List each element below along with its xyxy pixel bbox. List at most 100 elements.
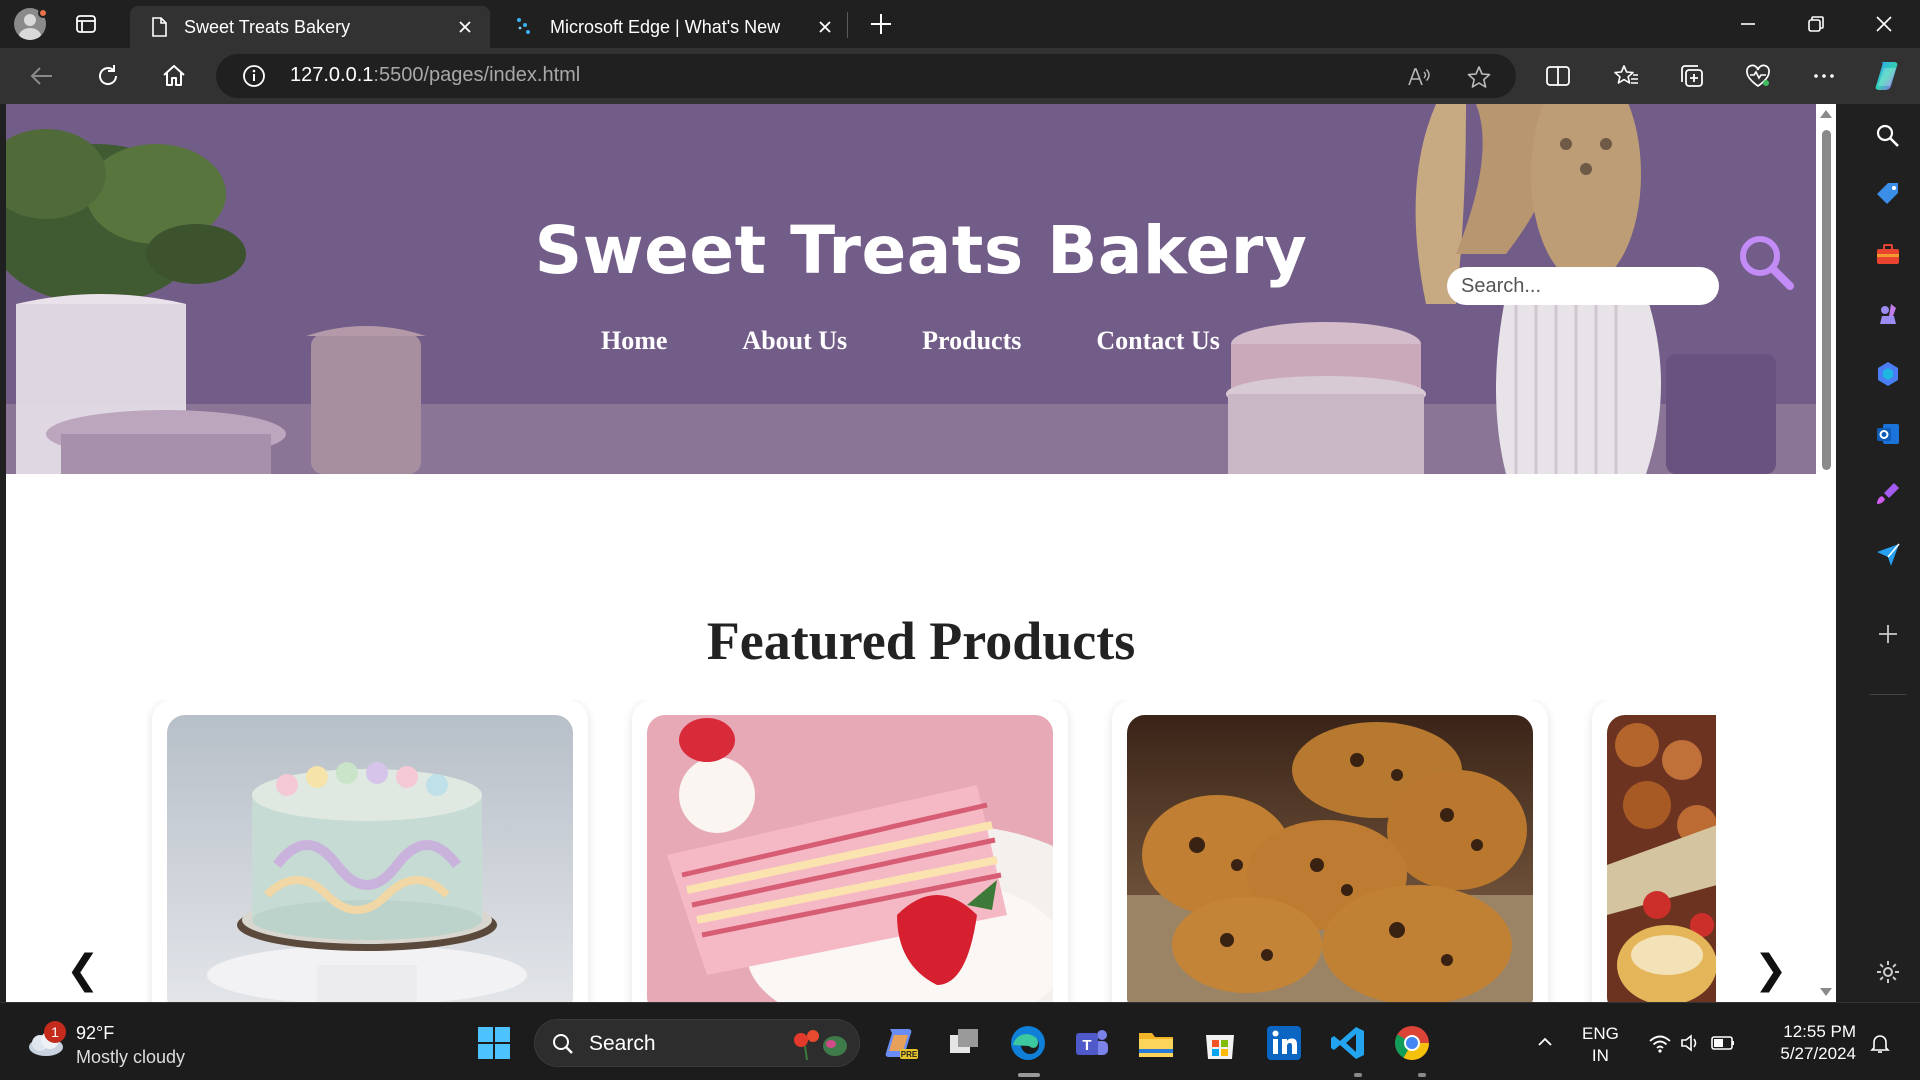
vscode-icon[interactable] [1328, 1023, 1368, 1063]
search-icon[interactable] [1874, 122, 1902, 150]
add-sidebar-app-icon[interactable] [1874, 620, 1902, 648]
windows-start-icon[interactable] [476, 1025, 512, 1061]
back-arrow-icon[interactable] [28, 62, 56, 90]
product-card[interactable] [1112, 700, 1548, 1002]
outlook-icon[interactable] [1874, 420, 1902, 448]
show-hidden-icons-chevron-icon[interactable] [1534, 1031, 1556, 1053]
strawberry-layer-cake-slice-image [647, 715, 1053, 1002]
windows-taskbar: 1 92°F Mostly cloudy Search PRE T ENG IN… [0, 1002, 1920, 1080]
assorted-pastries-image [1607, 715, 1716, 1002]
add-favorite-star-icon[interactable] [1466, 64, 1492, 90]
featured-products-heading: Featured Products [706, 611, 1136, 671]
svg-text:T: T [1082, 1037, 1091, 1054]
weather-condition: Mostly cloudy [76, 1047, 186, 1067]
search-icon [553, 1034, 573, 1054]
chrome-icon[interactable] [1392, 1023, 1432, 1063]
scroll-thumb[interactable] [1822, 130, 1831, 470]
refresh-icon[interactable] [94, 62, 122, 90]
hero-banner: Sweet Treats Bakery Home About Us Produc… [6, 104, 1836, 474]
site-search-input[interactable] [1447, 267, 1719, 305]
region-code: IN [1591, 1046, 1609, 1065]
scroll-down-arrow-icon[interactable] [1820, 988, 1832, 996]
microsoft-365-icon[interactable] [1874, 360, 1902, 388]
more-options-icon[interactable] [1810, 62, 1838, 90]
svg-text:PRE: PRE [901, 1050, 918, 1059]
task-view-icon[interactable] [944, 1023, 984, 1063]
product-card[interactable] [632, 700, 1068, 1002]
teams-icon[interactable]: T [1072, 1023, 1112, 1063]
taskbar-search-label: Search [589, 1032, 656, 1055]
search-highlight-flowers-icon [794, 1030, 847, 1061]
weather-temperature: 92°F [76, 1023, 115, 1043]
home-icon[interactable] [160, 62, 188, 90]
nav-home-link[interactable]: Home [601, 326, 667, 356]
notification-bell-icon[interactable] [1868, 1031, 1892, 1055]
url-text[interactable]: 127.0.0.1:5500/pages/index.html [290, 64, 580, 87]
nav-contact-link[interactable]: Contact Us [1096, 326, 1220, 356]
pastel-swirl-frosted-cake-image [167, 715, 573, 1002]
close-window-icon[interactable] [1872, 12, 1896, 36]
tab-separator [847, 12, 848, 38]
page-scrollbar[interactable] [1816, 104, 1836, 1002]
volume-icon [1681, 1034, 1697, 1052]
minimize-icon[interactable] [1736, 12, 1760, 36]
weather-alert-badge: 1 [44, 1021, 66, 1043]
vscode-running-indicator [1354, 1073, 1362, 1077]
profile-notification-dot [38, 8, 48, 18]
address-bar[interactable]: 127.0.0.1:5500/pages/index.html [216, 54, 1516, 98]
system-tray-icons[interactable] [1648, 1031, 1738, 1055]
sidebar-settings-gear-icon[interactable] [1874, 958, 1902, 986]
shopping-tag-icon[interactable] [1874, 180, 1902, 208]
edge-sidebar [1856, 104, 1920, 1002]
page-icon [152, 17, 167, 37]
browser-title-bar: Sweet Treats Bakery Microsoft Edge | Wha… [0, 0, 1920, 48]
input-language-indicator[interactable]: ENG IN [1582, 1023, 1619, 1067]
clock-time: 12:55 PM [1783, 1022, 1856, 1041]
copilot-icon[interactable] [1870, 58, 1906, 94]
file-explorer-icon[interactable] [1136, 1023, 1176, 1063]
favorites-icon[interactable] [1612, 62, 1640, 90]
collections-icon[interactable] [1678, 62, 1706, 90]
taskbar-search-box[interactable]: Search [534, 1019, 860, 1067]
linkedin-icon[interactable] [1264, 1023, 1304, 1063]
tab-actions-icon[interactable] [74, 12, 98, 36]
close-tab-icon[interactable] [814, 16, 836, 38]
split-screen-icon[interactable] [1544, 62, 1572, 90]
read-aloud-icon[interactable] [1406, 64, 1432, 90]
battery-icon [1711, 1036, 1734, 1050]
sidebar-divider [1870, 694, 1906, 695]
carousel-next-button[interactable]: ❯ [1754, 950, 1788, 990]
tab-sweet-treats[interactable]: Sweet Treats Bakery [130, 6, 490, 48]
new-tab-icon[interactable] [868, 11, 894, 37]
designer-icon[interactable] [1874, 480, 1902, 508]
restore-icon[interactable] [1804, 12, 1828, 36]
language-code: ENG [1582, 1024, 1619, 1043]
games-icon[interactable] [1874, 300, 1902, 328]
edge-browser-icon[interactable] [1008, 1023, 1048, 1063]
edge-active-indicator [1018, 1073, 1040, 1077]
product-card[interactable] [1592, 700, 1716, 1002]
nav-products-link[interactable]: Products [922, 326, 1021, 356]
clock-date: 5/27/2024 [1780, 1044, 1856, 1063]
nav-about-link[interactable]: About Us [742, 326, 847, 356]
system-clock[interactable]: 12:55 PM 5/27/2024 [1768, 1021, 1856, 1065]
chrome-running-indicator [1418, 1073, 1426, 1077]
browser-essentials-icon[interactable] [1744, 62, 1772, 90]
carousel-prev-button[interactable]: ❮ [66, 950, 100, 990]
scroll-up-arrow-icon[interactable] [1820, 110, 1832, 118]
tab-edge-whats-new[interactable]: Microsoft Edge | What's New [500, 6, 850, 48]
drop-send-icon[interactable] [1874, 540, 1902, 568]
main-navigation: Home About Us Products Contact Us [601, 326, 1220, 356]
site-info-icon[interactable] [242, 64, 266, 88]
tools-icon[interactable] [1874, 240, 1902, 268]
product-card[interactable] [152, 700, 588, 1002]
close-tab-icon[interactable] [454, 16, 476, 38]
microsoft-store-icon[interactable] [1200, 1023, 1240, 1063]
page-viewport: Sweet Treats Bakery Home About Us Produc… [6, 104, 1836, 1002]
product-carousel [146, 700, 1716, 1002]
copilot-pre-icon[interactable]: PRE [880, 1023, 920, 1063]
tab-title: Microsoft Edge | What's New [550, 16, 781, 37]
edge-sparkle-icon [517, 18, 530, 34]
weather-widget[interactable]: 1 92°F Mostly cloudy [26, 1017, 226, 1067]
search-icon[interactable] [1730, 228, 1802, 300]
